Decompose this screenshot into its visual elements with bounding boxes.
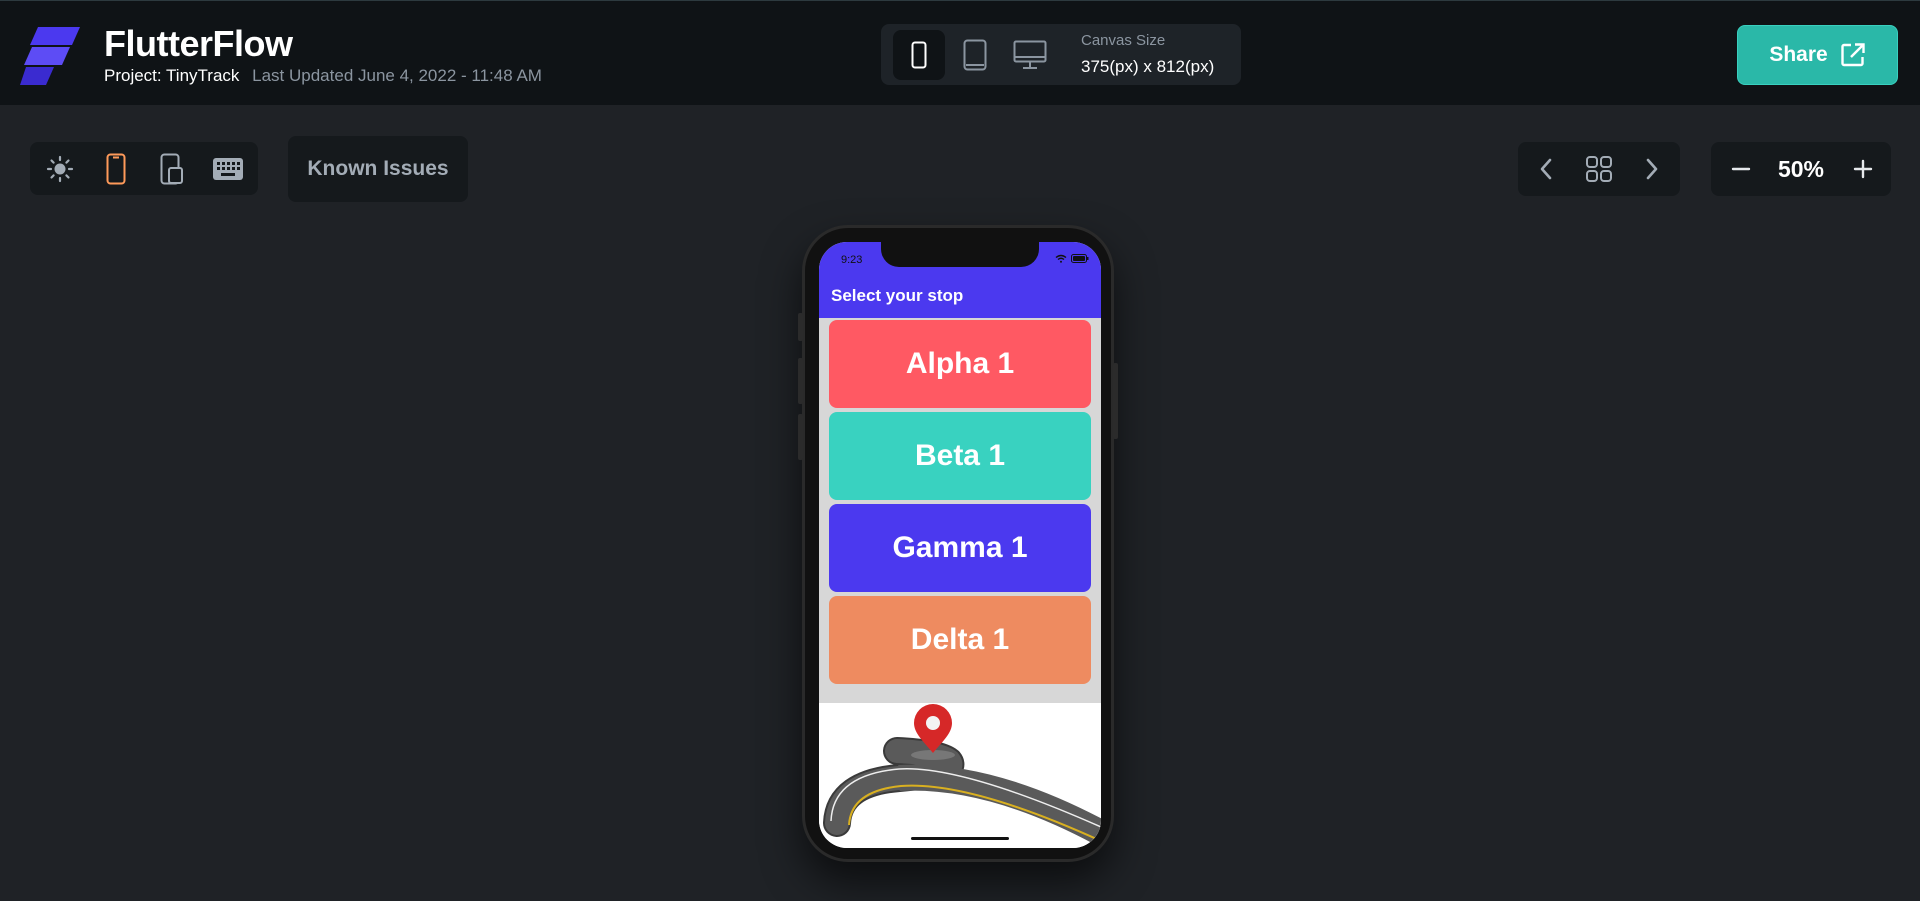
desktop-icon (1013, 40, 1047, 69)
grid-view-button[interactable] (1579, 150, 1619, 188)
volume-down-button (798, 414, 803, 460)
stop-button-delta[interactable]: Delta 1 (829, 596, 1091, 684)
phone-outline-icon (106, 153, 126, 185)
device-switcher: Canvas Size 375(px) x 812(px) (881, 24, 1241, 85)
project-label: Project: TinyTrack (104, 66, 240, 85)
road-illustration (819, 703, 1101, 848)
previous-page-button[interactable] (1526, 150, 1566, 188)
page-navigation (1518, 142, 1680, 196)
phone-frame-button[interactable] (96, 150, 136, 188)
desktop-device-button[interactable] (1004, 30, 1056, 80)
theme-toggle-button[interactable] (40, 150, 80, 188)
preview-tools (30, 142, 258, 195)
zoom-controls: 50% (1711, 142, 1891, 196)
app-bar: 9:23 Select your stop (819, 242, 1101, 318)
next-page-button[interactable] (1632, 150, 1672, 188)
external-link-icon (1840, 43, 1865, 67)
sun-icon (46, 155, 74, 183)
phone-screen: 9:23 Select your stop Alpha 1 Beta 1 Gam… (819, 242, 1101, 848)
canvas-size-label: Canvas Size (1081, 32, 1166, 49)
phone-frame: 9:23 Select your stop Alpha 1 Beta 1 Gam… (798, 225, 1118, 862)
zoom-out-button[interactable] (1721, 150, 1761, 188)
canvas-size-value: 375(px) x 812(px) (1081, 57, 1215, 76)
split-view-button[interactable] (152, 150, 192, 188)
tablet-device-button[interactable] (949, 30, 1001, 80)
mute-switch (798, 313, 803, 341)
phone-split-icon (160, 153, 183, 185)
share-label: Share (1769, 43, 1828, 66)
wifi-icon (1055, 254, 1067, 263)
phone-notch (881, 242, 1039, 267)
minus-icon (1731, 167, 1751, 171)
volume-up-button (798, 358, 803, 404)
stop-button-beta[interactable]: Beta 1 (829, 412, 1091, 500)
status-icons (1055, 254, 1089, 263)
app-name: FlutterFlow (104, 23, 293, 64)
zoom-value: 50% (1777, 156, 1825, 182)
chevron-left-icon (1540, 158, 1552, 180)
keyboard-button[interactable] (208, 150, 248, 188)
grid-icon (1586, 156, 1612, 182)
zoom-in-button[interactable] (1843, 150, 1883, 188)
status-time: 9:23 (841, 254, 863, 266)
flutterflow-logo-icon[interactable] (20, 23, 82, 85)
phone-icon (911, 41, 927, 69)
top-bar: FlutterFlow Project: TinyTrack Last Upda… (0, 0, 1920, 105)
phone-device-button[interactable] (893, 30, 945, 80)
tablet-icon (963, 39, 987, 71)
stop-button-alpha[interactable]: Alpha 1 (829, 320, 1091, 408)
battery-icon (1071, 254, 1089, 263)
chevron-right-icon (1646, 158, 1658, 180)
share-button[interactable]: Share (1737, 25, 1898, 85)
keyboard-icon (213, 158, 243, 180)
app-title: Select your stop (831, 286, 964, 305)
project-info: Project: TinyTrack Last Updated June 4, … (104, 66, 542, 86)
last-updated: Last Updated June 4, 2022 - 11:48 AM (252, 66, 542, 85)
stop-button-gamma[interactable]: Gamma 1 (829, 504, 1091, 592)
stops-list: Alpha 1 Beta 1 Gamma 1 Delta 1 (819, 318, 1101, 703)
plus-icon (1853, 159, 1873, 179)
home-indicator (911, 837, 1009, 840)
known-issues-button[interactable]: Known Issues (288, 136, 468, 202)
power-button (1113, 363, 1118, 439)
